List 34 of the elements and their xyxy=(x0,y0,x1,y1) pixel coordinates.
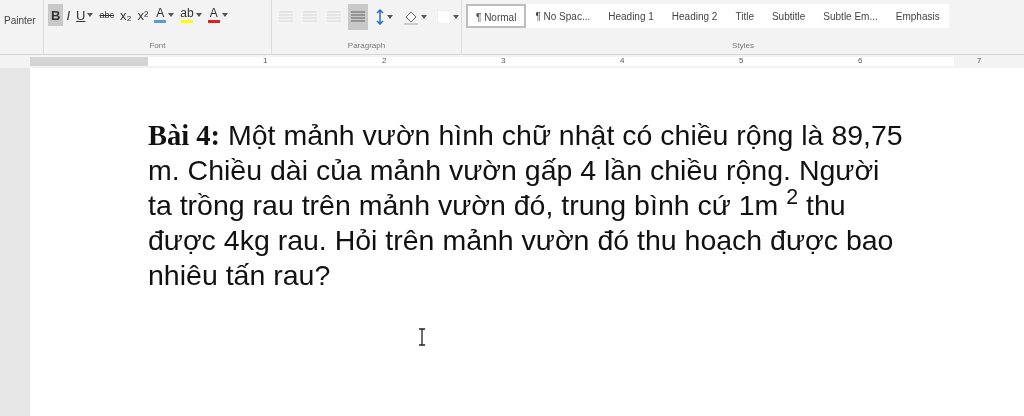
format-button[interactable]: x² xyxy=(134,4,152,26)
ruler-number: 1 xyxy=(263,55,268,67)
group-label: Font xyxy=(148,40,167,52)
group-label: Styles xyxy=(731,40,755,52)
ruler-number: 3 xyxy=(501,55,506,67)
format-button[interactable]: B xyxy=(48,4,64,26)
ruler-number: 2 xyxy=(382,55,387,67)
color-button[interactable]: A xyxy=(151,4,178,26)
format-button[interactable]: abc xyxy=(96,4,117,26)
painter-label[interactable]: Painter xyxy=(4,13,36,28)
line-spacing-icon xyxy=(375,9,385,25)
color-button[interactable]: A xyxy=(204,4,231,26)
ruler-number: 7 xyxy=(977,55,982,67)
style-item[interactable]: Subtitle xyxy=(762,4,815,28)
group-label: Paragraph xyxy=(346,40,387,52)
style-item[interactable]: Subtle Em... xyxy=(814,4,887,28)
paragraph-text: Bài 4: Một mảnh vườn hình chữ nhật có chiều rộng là 89,75 m. Chiều dài của mảnh vườn gấp 4 lần chiều rộng. Người ta trồng rau trên mảnh vườn đó, trung bình cứ 1m $^{2}$ thu được 4kg rau. Hỏi trên mảnh vườn đó thu hoạch được bao nhiêu tấn rau? xyxy=(148,118,904,293)
style-item[interactable]: ¶ No Spac... xyxy=(526,4,600,28)
color-button[interactable]: ab xyxy=(177,4,205,26)
format-button[interactable]: I xyxy=(63,4,73,26)
style-item[interactable]: Emphasis xyxy=(886,4,949,28)
style-item[interactable]: Heading 1 xyxy=(599,4,663,28)
style-item[interactable]: Title xyxy=(726,4,763,28)
format-button[interactable]: x₂ xyxy=(116,4,135,26)
style-item[interactable]: Heading 2 xyxy=(662,4,727,28)
ruler-number: 6 xyxy=(858,55,863,67)
style-item[interactable]: ¶ Normal xyxy=(466,4,527,28)
border-box-icon xyxy=(437,10,451,24)
paint-bucket-icon xyxy=(403,9,419,25)
ruler-number: 4 xyxy=(620,55,625,67)
format-button[interactable]: U xyxy=(73,4,97,26)
align-lines-icon xyxy=(351,11,365,23)
text-cursor-icon xyxy=(418,328,426,346)
ruler-number: 5 xyxy=(739,55,744,67)
